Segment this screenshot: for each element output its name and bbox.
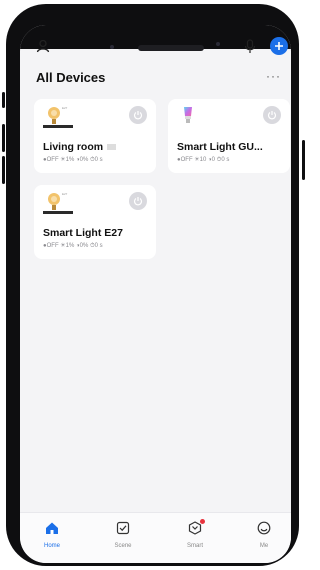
side-button — [2, 124, 5, 152]
tab-label: Scene — [114, 543, 132, 549]
power-icon — [133, 111, 143, 120]
smiley-icon — [257, 521, 271, 535]
power-toggle-button[interactable] — [129, 192, 147, 210]
bulb-filament-icon: E27 — [43, 105, 73, 133]
add-device-button[interactable] — [270, 37, 288, 55]
tab-me[interactable]: Me — [244, 521, 284, 549]
device-status: ●OFF ☀1% ◑0% ⏱0 s — [43, 157, 103, 163]
more-options-button[interactable]: ··· — [266, 69, 281, 83]
sensor-dot — [110, 45, 114, 49]
tab-label: Home — [43, 543, 60, 549]
camera-dot — [216, 42, 220, 46]
plus-icon — [275, 42, 283, 50]
profile-icon[interactable] — [35, 38, 51, 54]
device-card[interactable]: E27 Living room ●OFF ☀1% ◑0% ⏱0 s — [34, 99, 156, 173]
bulb-filament-icon: E27 — [43, 191, 73, 219]
power-toggle-button[interactable] — [129, 106, 147, 124]
tab-smart[interactable]: Smart — [175, 519, 215, 549]
bottom-tab-bar: Home Scene Smart Me — [20, 512, 291, 563]
notification-badge — [200, 519, 205, 524]
side-button — [2, 156, 5, 184]
device-card[interactable]: Smart Light GU... ●OFF ☀10 ◑0 ⏱0 s — [168, 99, 290, 173]
power-icon — [267, 111, 277, 120]
home-icon — [46, 522, 58, 534]
power-icon — [133, 197, 143, 206]
device-name: Living room — [43, 141, 117, 153]
tab-scene[interactable]: Scene — [103, 521, 143, 549]
side-button — [302, 140, 305, 180]
device-card[interactable]: E27 Smart Light E27 ●OFF ☀1% ◑0% ⏱0 s — [34, 185, 156, 259]
device-name: Smart Light E27 — [43, 227, 123, 239]
device-status: ●OFF ☀1% ◑0% ⏱0 s — [43, 243, 103, 249]
tab-label: Smart — [186, 543, 203, 549]
device-status: ●OFF ☀10 ◑0 ⏱0 s — [177, 157, 230, 163]
page-title: All Devices — [36, 70, 106, 85]
speaker-grille — [138, 45, 204, 51]
tab-home[interactable]: Home — [32, 521, 72, 549]
device-name: Smart Light GU... — [177, 141, 263, 153]
app-screen: All Devices ··· E27 Living room ●OFF ☀1%… — [20, 25, 291, 563]
svg-text:E27: E27 — [62, 106, 68, 110]
power-toggle-button[interactable] — [263, 106, 281, 124]
microphone-icon[interactable] — [242, 38, 258, 54]
side-button — [2, 92, 5, 108]
tab-label: Me — [259, 543, 269, 549]
group-icon — [107, 141, 117, 153]
bulb-rgb-icon — [177, 105, 207, 133]
svg-text:E27: E27 — [62, 192, 68, 196]
checkbox-icon — [116, 521, 130, 535]
